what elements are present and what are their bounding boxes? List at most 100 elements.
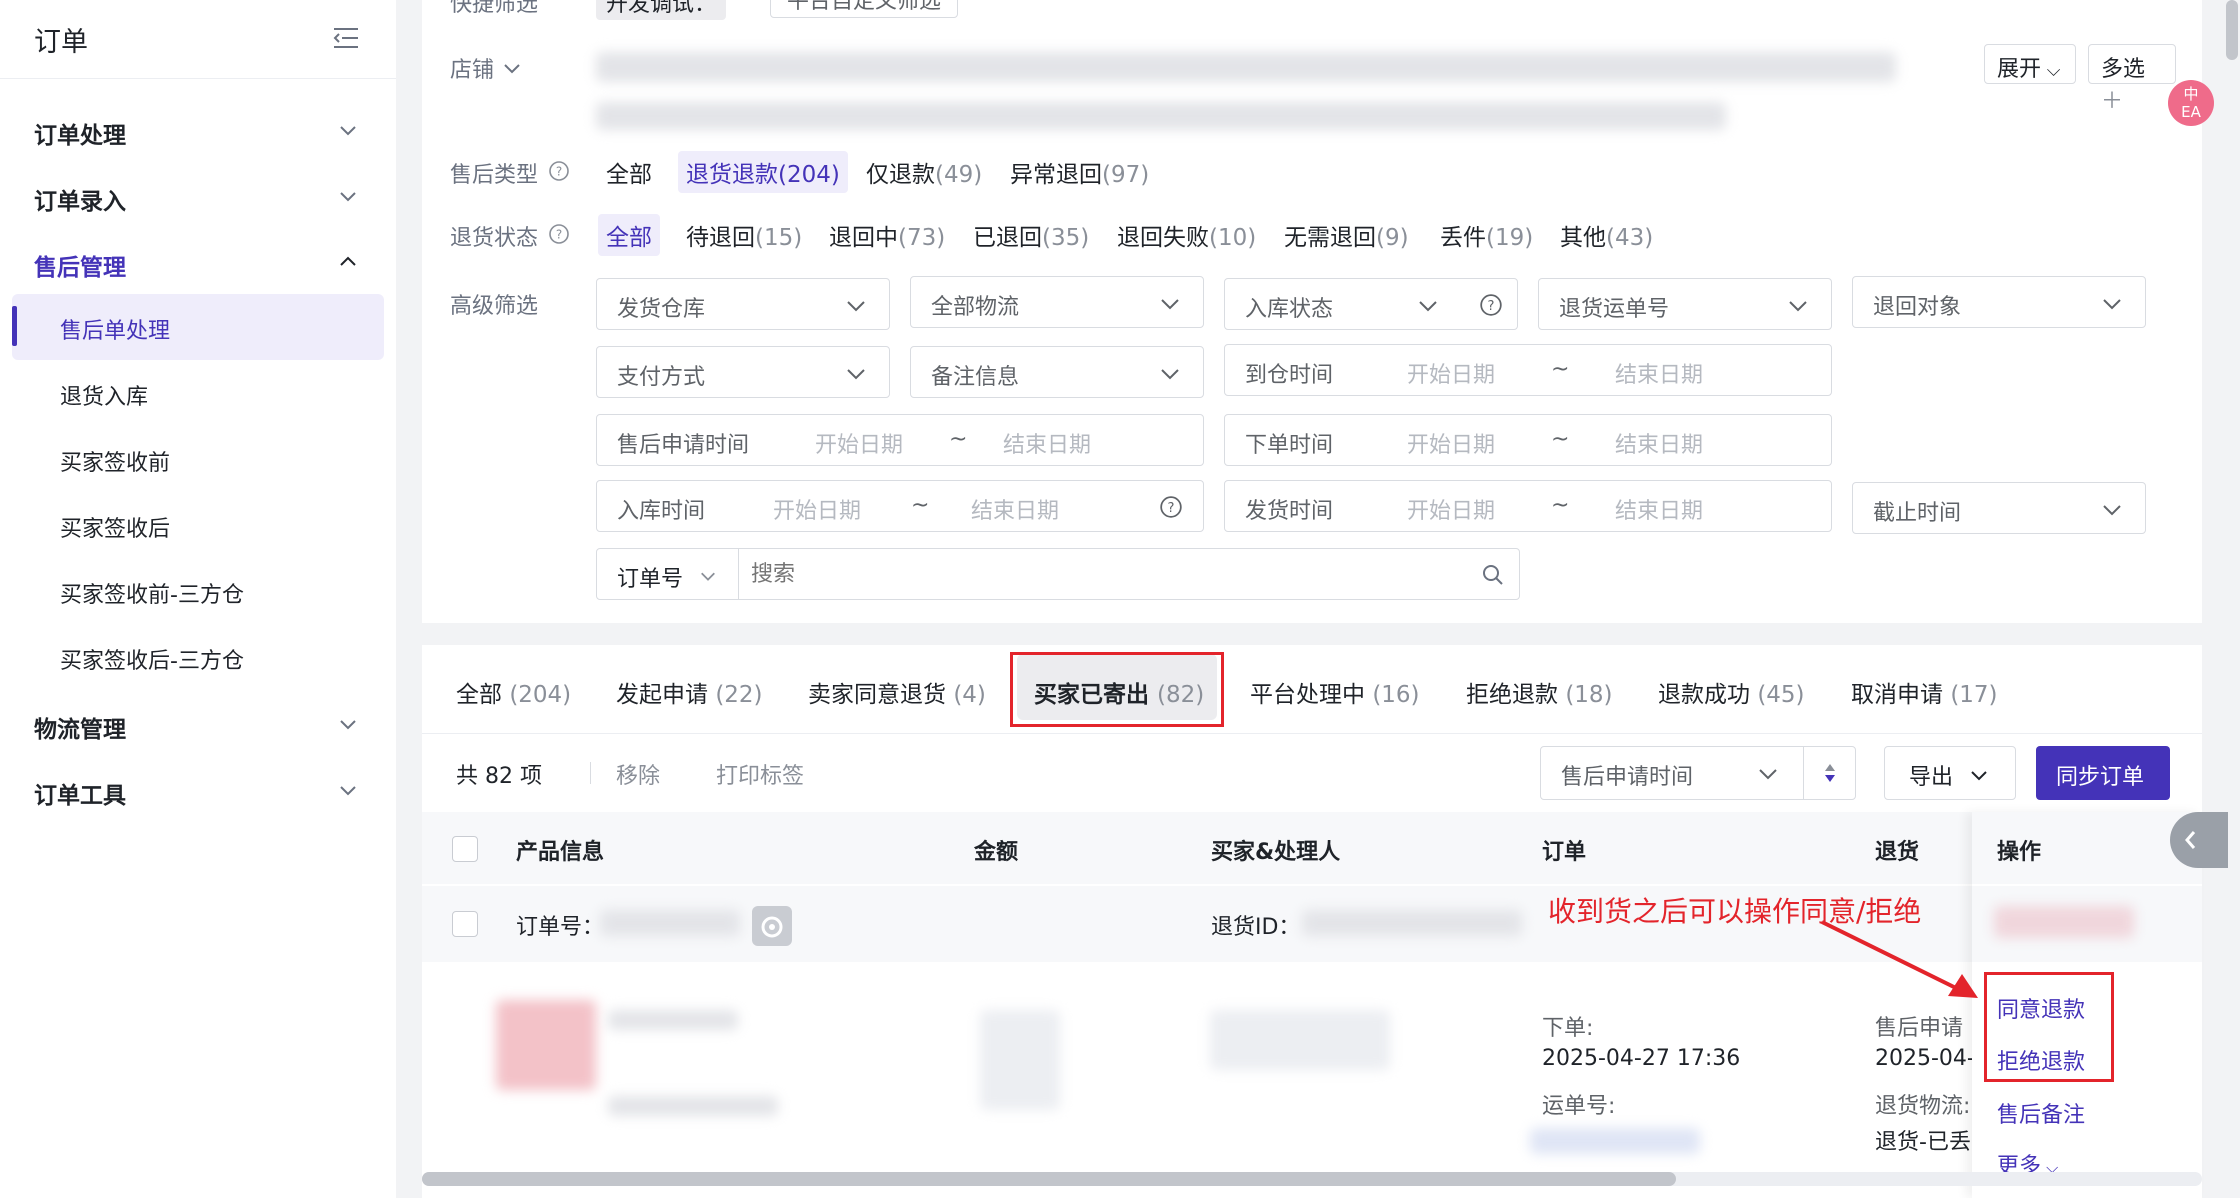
- tab-cancelled[interactable]: 取消申请 (17): [1851, 675, 1998, 709]
- svg-text:?: ?: [1168, 501, 1175, 516]
- return-status-returned[interactable]: 已退回(35): [973, 218, 1089, 252]
- chevron-up-icon[interactable]: [338, 252, 358, 272]
- search-input[interactable]: [751, 558, 1451, 590]
- sidebar-item-after-receipt-3pl[interactable]: 买家签收后-三方仓: [60, 643, 244, 675]
- tab-platform-processing[interactable]: 平台处理中 (16): [1250, 675, 1420, 709]
- return-status-returning[interactable]: 退回中(73): [829, 218, 945, 252]
- sidebar-item-after-receipt[interactable]: 买家签收后: [60, 511, 170, 543]
- aftersale-type-all[interactable]: 全部: [606, 155, 652, 189]
- return-waybill-select[interactable]: 退货运单号: [1538, 278, 1832, 330]
- help-icon[interactable]: ?: [548, 160, 570, 182]
- search-icon[interactable]: [1481, 563, 1505, 587]
- return-status-no-return[interactable]: 无需退回(9): [1284, 218, 1409, 252]
- sidebar: 订单 订单处理 订单录入 售后管理 售后单处理 退货入库 买家签收前 买家签收后…: [0, 0, 396, 1198]
- svg-text:?: ?: [556, 165, 562, 179]
- search-type-select[interactable]: 订单号: [597, 549, 739, 599]
- chevron-down-icon[interactable]: [502, 58, 522, 78]
- toolbar-divider: [590, 762, 591, 784]
- tab-initiated[interactable]: 发起申请 (22): [616, 675, 763, 709]
- sidebar-group-order-processing[interactable]: 订单处理: [34, 116, 126, 150]
- payment-method-select[interactable]: 支付方式: [596, 346, 890, 398]
- chevron-down-icon: [1971, 771, 1987, 781]
- tab-all[interactable]: 全部 (204): [456, 675, 571, 709]
- remove-button[interactable]: 移除: [616, 758, 660, 790]
- inbound-status-select[interactable]: 入库状态 ?: [1224, 278, 1518, 330]
- return-status-pending[interactable]: 待退回(15): [686, 218, 802, 252]
- horizontal-scrollbar-thumb[interactable]: [422, 1172, 1676, 1186]
- sidebar-group-order-entry[interactable]: 订单录入: [34, 182, 126, 216]
- vertical-scrollbar-thumb[interactable]: [2226, 0, 2238, 60]
- help-icon[interactable]: ?: [548, 223, 570, 245]
- sidebar-group-after-sales[interactable]: 售后管理: [34, 248, 126, 282]
- export-button[interactable]: 导出: [1884, 746, 2016, 800]
- aftersale-type-abnormal[interactable]: 异常退回(97): [1010, 155, 1149, 189]
- chevron-down-icon[interactable]: [338, 186, 358, 206]
- customer-service-icon[interactable]: [752, 906, 792, 946]
- collapse-panel-handle[interactable]: [2170, 812, 2228, 868]
- waybill-label: 运单号:: [1542, 1094, 1616, 1119]
- arrive-time-range[interactable]: 到仓时间 开始日期 ~ 结束日期: [1224, 344, 1832, 396]
- collapse-sidebar-icon[interactable]: [330, 22, 362, 54]
- chevron-down-icon: [1161, 369, 1179, 380]
- return-status-label: 退货状态: [450, 226, 539, 251]
- select-all-checkbox[interactable]: [452, 836, 478, 862]
- return-id-value-blurred: [1302, 910, 1522, 936]
- store-list-blurred: [596, 52, 1896, 82]
- amount-blurred: [980, 1010, 1060, 1110]
- order-no-label: 订单号：: [516, 915, 605, 940]
- chevron-down-icon: [1161, 299, 1179, 310]
- sidebar-item-aftersale-orders[interactable]: 售后单处理: [60, 313, 170, 345]
- apply-time-range[interactable]: 售后申请时间 开始日期 ~ 结束日期: [596, 414, 1204, 466]
- chevron-down-icon[interactable]: [338, 780, 358, 800]
- sidebar-item-active-indicator: [12, 306, 17, 346]
- aftersale-note-link[interactable]: 售后备注: [1997, 1097, 2085, 1129]
- sidebar-item-before-receipt[interactable]: 买家签收前: [60, 445, 170, 477]
- tab-refund-rejected[interactable]: 拒绝退款 (18): [1466, 675, 1613, 709]
- sort-field-select[interactable]: 售后申请时间: [1540, 746, 1856, 800]
- sync-orders-button[interactable]: 同步订单: [2036, 746, 2170, 800]
- aftersale-type-refund-only[interactable]: 仅退款(49): [866, 155, 982, 189]
- custom-filter-button[interactable]: 平台自定义筛选: [770, 0, 959, 18]
- sidebar-group-order-tools[interactable]: 订单工具: [34, 776, 126, 810]
- end-date-placeholder: 结束日期: [1003, 433, 1092, 458]
- total-count: 共 82 项: [456, 764, 542, 789]
- tab-seller-agreed[interactable]: 卖家同意退货 (4): [808, 675, 986, 709]
- return-status-other[interactable]: 其他(43): [1560, 218, 1653, 252]
- return-logistics-label: 退货物流:: [1875, 1094, 1971, 1119]
- help-icon[interactable]: ?: [1479, 293, 1503, 317]
- expand-button[interactable]: 展开 ⌵: [1984, 44, 2076, 84]
- chevron-left-icon: [2185, 831, 2196, 849]
- print-label-button[interactable]: 打印标签: [716, 758, 804, 790]
- ship-time-range[interactable]: 发货时间 开始日期 ~ 结束日期: [1224, 480, 1832, 532]
- translate-badge-icon[interactable]: 中 EA: [2168, 80, 2214, 126]
- logistics-select[interactable]: 全部物流: [910, 276, 1204, 328]
- remark-select[interactable]: 备注信息: [910, 346, 1204, 398]
- aftersale-type-return-refund[interactable]: 退货退款(204): [678, 151, 848, 193]
- inbound-time-range[interactable]: 入库时间 开始日期 ~ 结束日期 ?: [596, 480, 1204, 532]
- order-no-value-blurred: [600, 910, 740, 936]
- order-time-range[interactable]: 下单时间 开始日期 ~ 结束日期: [1224, 414, 1832, 466]
- row-checkbox[interactable]: [452, 911, 478, 937]
- quick-filter-tag[interactable]: 开发调试：: [596, 0, 727, 20]
- return-target-select[interactable]: 退回对象: [1852, 276, 2146, 328]
- warehouse-select[interactable]: 发货仓库: [596, 278, 890, 330]
- return-status-all[interactable]: 全部: [598, 214, 660, 256]
- aftersale-type-label: 售后类型: [450, 163, 539, 188]
- help-icon[interactable]: ?: [1159, 495, 1183, 519]
- sidebar-group-logistics[interactable]: 物流管理: [34, 710, 126, 744]
- sidebar-item-before-receipt-3pl[interactable]: 买家签收前-三方仓: [60, 577, 244, 609]
- multi-select-button[interactable]: 多选 ＋: [2088, 44, 2176, 114]
- return-status-lost[interactable]: 丢件(19): [1440, 218, 1533, 252]
- col-amount: 金额: [974, 840, 1019, 865]
- sort-order-icon[interactable]: [1819, 761, 1841, 785]
- return-status-failed[interactable]: 退回失败(10): [1117, 218, 1256, 252]
- product-image-blurred: [496, 1000, 596, 1090]
- col-return: 退货: [1875, 840, 1920, 865]
- start-date-placeholder: 开始日期: [1407, 499, 1496, 524]
- store-label: 店铺: [450, 58, 495, 83]
- sidebar-item-return-inbound[interactable]: 退货入库: [60, 379, 148, 411]
- chevron-down-icon[interactable]: [338, 120, 358, 140]
- deadline-select[interactable]: 截止时间: [1852, 482, 2146, 534]
- chevron-down-icon[interactable]: [338, 714, 358, 734]
- tab-refund-success[interactable]: 退款成功 (45): [1658, 675, 1805, 709]
